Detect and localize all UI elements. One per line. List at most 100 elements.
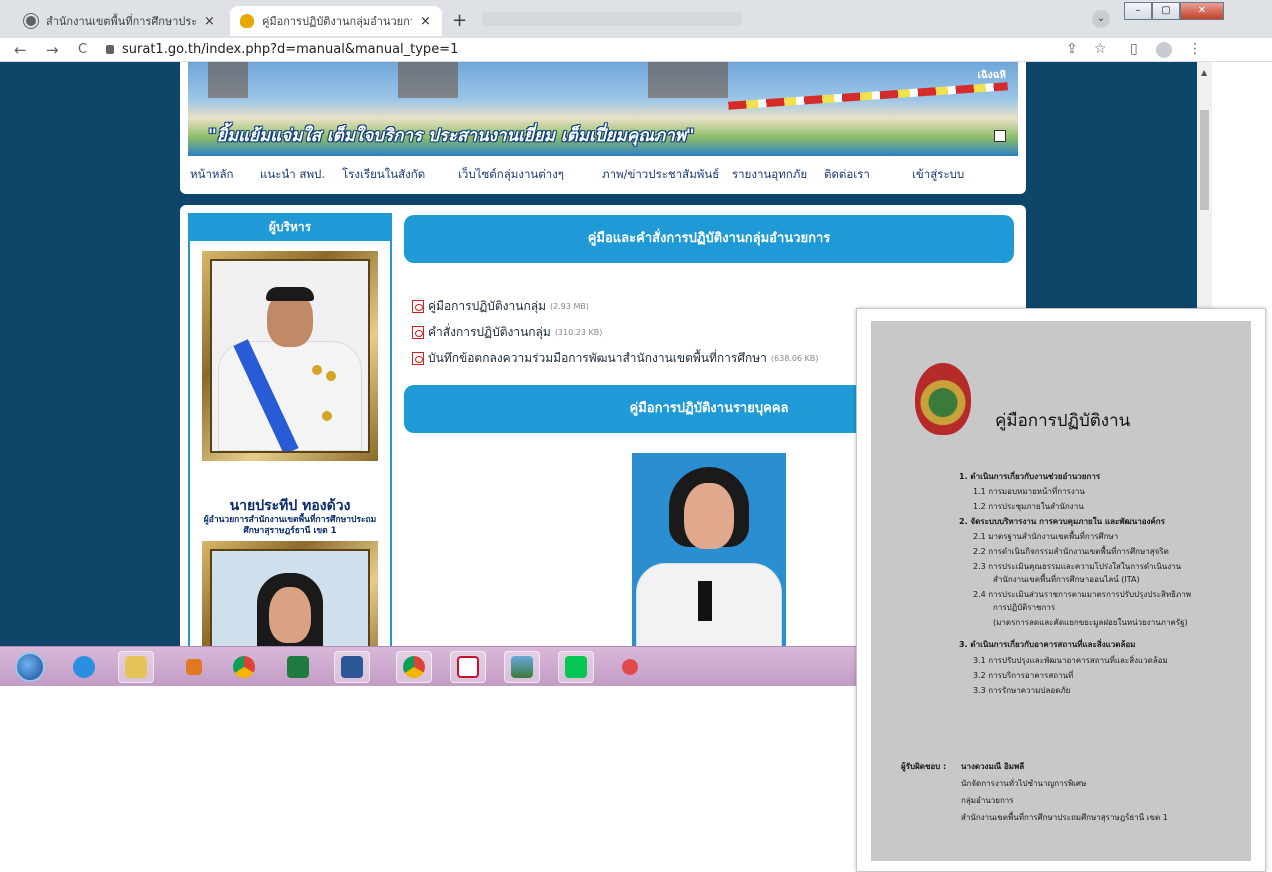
url-field[interactable]: surat1.go.th/index.php?d=manual&manual_t… [106, 42, 458, 57]
doc-line: 2.4 การประเมินส่วนราชการตามมาตรการปรับปร… [973, 590, 1192, 599]
photo-viewer-icon [511, 656, 533, 678]
browser-tab-bar: สำนักงานเขตพื้นที่การศึกษาประถมศึกษ × คู… [0, 0, 1272, 38]
site-favicon-icon [240, 14, 254, 28]
document-size: (310.23 KB) [554, 328, 603, 337]
banner-slogan: "ยิ้มแย้มแจ่มใส เต็มใจบริการ ประสานงานเย… [208, 126, 695, 146]
bookmark-star-icon[interactable]: ☆ [1094, 41, 1107, 57]
obec-emblem-icon [915, 363, 971, 435]
windows-taskbar [0, 646, 856, 686]
document-size: (638.06 KB) [770, 354, 819, 363]
start-button[interactable] [12, 651, 48, 683]
taskbar-acrobat[interactable] [450, 651, 486, 683]
menu-item-about[interactable]: แนะนำ สพป. [260, 166, 325, 184]
maximize-button[interactable]: ▢ [1152, 2, 1180, 20]
document-size: (2.93 MB) [550, 302, 590, 311]
media-player-icon [186, 659, 202, 675]
document-preview[interactable]: คู่มือการปฏิบัติงาน 1. ดำเนินการเกี่ยวกั… [856, 308, 1266, 872]
menu-item-flood-report[interactable]: รายงานอุทกภัย [732, 166, 807, 184]
banner-building [648, 62, 728, 98]
new-tab-button[interactable]: + [452, 10, 467, 31]
taskbar-explorer[interactable] [118, 651, 154, 683]
forward-arrow-icon[interactable]: → [46, 41, 59, 59]
responsible-name: นางดวงมณี อิมพลี [961, 762, 1025, 771]
tab-title: สำนักงานเขตพื้นที่การศึกษาประถมศึกษ [46, 15, 196, 28]
scissors-icon [622, 659, 638, 675]
browser-menu-icon[interactable]: ⋮ [1188, 41, 1202, 57]
executive-hair [266, 287, 314, 301]
executive-title: ผู้อำนวยการสำนักงานเขตพื้นที่การศึกษาประ… [203, 515, 377, 536]
chrome-icon [233, 656, 255, 678]
tab-search-chevron-icon[interactable]: ⌄ [1092, 10, 1110, 28]
chrome-icon [403, 656, 425, 678]
taskbar-ie[interactable] [66, 651, 102, 683]
doc-line: 2. จัดระบบบริหารงาน การควบคุมภายใน และพั… [959, 517, 1165, 526]
necktie [698, 581, 712, 621]
minimize-button[interactable]: – [1124, 2, 1152, 20]
taskbar-line[interactable] [558, 651, 594, 683]
deputy-face [269, 587, 311, 643]
responsible-label: ผู้รับผิดชอบ : [901, 762, 947, 771]
deputy-portrait [210, 549, 370, 646]
document-label: บันทึกข้อตกลงความร่วมมือการพัฒนาสำนักงาน… [428, 351, 767, 365]
responsible-group: กลุ่มอำนวยการ [961, 796, 1014, 805]
menu-item-login[interactable]: เข้าสู่ระบบ [912, 166, 964, 184]
responsible-office: สำนักงานเขตพื้นที่การศึกษาประถมศึกษาสุรา… [961, 813, 1168, 822]
document-link-mou[interactable]: บันทึกข้อตกลงความร่วมมือการพัฒนาสำนักงาน… [412, 349, 818, 368]
banner-watermark: เฉิงฉหิ [977, 70, 1006, 81]
taskbar-word[interactable] [334, 651, 370, 683]
menu-item-contact[interactable]: ติดต่อเรา [824, 166, 870, 184]
background-window-title [482, 12, 742, 26]
close-tab-icon[interactable]: × [204, 14, 215, 29]
document-link-group-order[interactable]: คำสั่งการปฏิบัติงานกลุ่ม (310.23 KB) [412, 323, 602, 342]
menu-item-schools[interactable]: โรงเรียนในสังกัด [342, 166, 425, 184]
doc-line: 3. ดำเนินการเกี่ยวกับอาคารสถานที่และสิ่ง… [959, 640, 1136, 649]
browser-tab-2[interactable]: คู่มือการปฏิบัติงานกลุ่มอำนวยการ :: ส่ × [230, 6, 442, 36]
doc-line: 2.2 การดำเนินกิจกรรมสำนักงานเขตพื้นที่กา… [973, 547, 1169, 556]
close-window-button[interactable]: ✕ [1180, 2, 1224, 20]
taskbar-photo-viewer[interactable] [504, 651, 540, 683]
scrollbar-thumb[interactable] [1200, 110, 1209, 210]
site-header: เฉิงฉหิ "ยิ้มแย้มแจ่มใส เต็มใจบริการ ประ… [180, 62, 1026, 194]
profile-avatar-icon[interactable] [1156, 42, 1172, 58]
staff-portrait[interactable] [632, 453, 786, 646]
document-label: คู่มือการปฏิบัติงานกลุ่ม [428, 299, 547, 313]
doc-line: 1.1 การมอบหมายหน้าที่การงาน [973, 487, 1085, 496]
doc-line: 1.2 การประชุมภายในสำนักงาน [973, 502, 1084, 511]
document-link-group-manual[interactable]: คู่มือการปฏิบัติงานกลุ่ม (2.93 MB) [412, 297, 589, 316]
taskbar-chrome-active[interactable] [396, 651, 432, 683]
doc-line: 1. ดำเนินการเกี่ยวกับงานช่วยอำนวยการ [959, 472, 1101, 481]
menu-item-group-websites[interactable]: เว็บไซต์กลุ่มงานต่างๆ [458, 166, 564, 184]
doc-line: 3.3 การรักษาความปลอดภัย [973, 686, 1071, 695]
banner-flag-bunting [728, 82, 1008, 110]
taskbar-chrome[interactable] [226, 651, 262, 683]
share-icon[interactable]: ⇪ [1066, 41, 1078, 57]
document-label: คำสั่งการปฏิบัติงานกลุ่ม [428, 325, 551, 339]
globe-icon [24, 14, 38, 28]
tab-title: คู่มือการปฏิบัติงานกลุ่มอำนวยการ :: ส่ [262, 15, 412, 28]
scroll-up-arrow-icon[interactable]: ▲ [1201, 68, 1207, 77]
executive-name: นายประทีป ทองด้วง [229, 498, 351, 514]
menu-item-home[interactable]: หน้าหลัก [190, 166, 234, 184]
reload-icon[interactable]: C [78, 42, 87, 57]
close-tab-icon[interactable]: × [420, 14, 431, 29]
banner-square-icon [994, 130, 1006, 142]
taskbar-media-player[interactable] [176, 651, 212, 683]
taskbar-snipping-tool[interactable] [612, 651, 648, 683]
doc-line: 3.1 การปรับปรุงและพัฒนาอาคารสถานที่และสิ… [973, 656, 1168, 665]
acrobat-icon [457, 656, 479, 678]
back-arrow-icon[interactable]: ← [14, 41, 27, 59]
pdf-icon [412, 326, 424, 339]
menu-item-news[interactable]: ภาพ/ข่าวประชาสัมพันธ์ [602, 166, 719, 184]
doc-line: 2.3 การประเมินคุณธรรมและความโปร่งใสในการ… [973, 562, 1182, 571]
executive-portrait-frame [202, 251, 378, 461]
side-panel-icon[interactable]: ▯ [1130, 41, 1138, 57]
executive-portrait [210, 259, 370, 453]
taskbar-excel[interactable] [280, 651, 316, 683]
doc-line: 3.2 การบริการอาคารสถานที่ [973, 671, 1074, 680]
deputy-portrait-frame [202, 541, 378, 646]
windows-logo-icon [15, 652, 45, 682]
pdf-icon [412, 352, 424, 365]
medal [312, 365, 322, 375]
browser-tab-1[interactable]: สำนักงานเขตพื้นที่การศึกษาประถมศึกษ × [14, 6, 232, 36]
doc-line: (มาตรการลดและคัดแยกขยะมูลฝอยในหน่วยงานภา… [993, 618, 1188, 627]
